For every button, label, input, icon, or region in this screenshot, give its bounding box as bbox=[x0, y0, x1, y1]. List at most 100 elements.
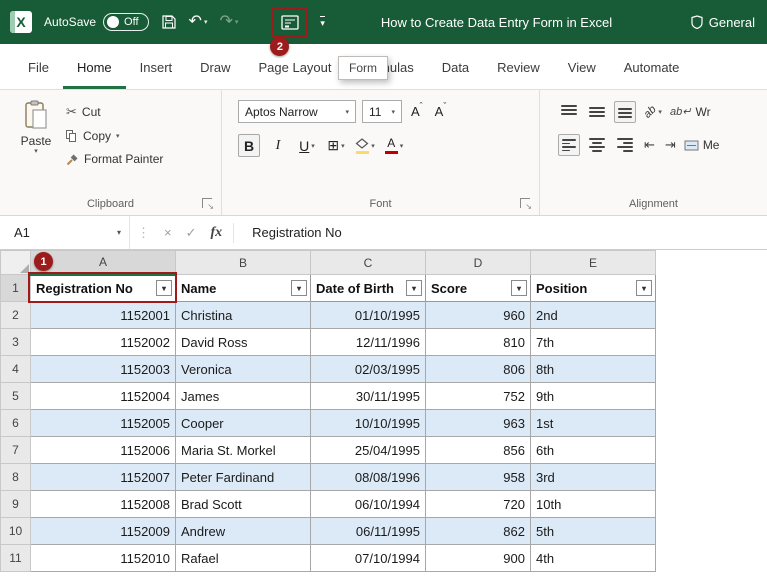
tab-view[interactable]: View bbox=[554, 51, 610, 89]
cell[interactable]: 07/10/1994 bbox=[311, 545, 426, 572]
format-painter-button[interactable]: Format Painter bbox=[66, 152, 163, 166]
enter-icon[interactable]: ✓ bbox=[186, 225, 197, 241]
select-all-corner[interactable] bbox=[1, 251, 31, 275]
align-bottom-button[interactable] bbox=[614, 101, 636, 123]
cell[interactable]: 2nd bbox=[531, 302, 656, 329]
cell[interactable]: 752 bbox=[426, 383, 531, 410]
row-header-2[interactable]: 2 bbox=[1, 302, 31, 329]
cell[interactable]: Peter Fardinand bbox=[176, 464, 311, 491]
cell[interactable]: 963 bbox=[426, 410, 531, 437]
cut-button[interactable]: ✂ Cut bbox=[66, 104, 163, 120]
row-header-4[interactable]: 4 bbox=[1, 356, 31, 383]
decrease-font-size-button[interactable]: Aˇ bbox=[432, 104, 450, 119]
filter-dropdown-button[interactable]: ▾ bbox=[156, 280, 172, 296]
cell[interactable]: 06/10/1994 bbox=[311, 491, 426, 518]
font-color-button[interactable]: A ▾ bbox=[383, 134, 405, 157]
cell[interactable]: 1152004 bbox=[31, 383, 176, 410]
name-box[interactable]: A1 ▾ bbox=[0, 216, 130, 249]
cell[interactable]: 10/10/1995 bbox=[311, 410, 426, 437]
cell[interactable]: Veronica bbox=[176, 356, 311, 383]
column-header-B[interactable]: B bbox=[176, 251, 311, 275]
cell[interactable]: 8th bbox=[531, 356, 656, 383]
filter-dropdown-button[interactable]: ▾ bbox=[291, 280, 307, 296]
cell[interactable]: Andrew bbox=[176, 518, 311, 545]
table-header-registration-no[interactable]: Registration No▾ bbox=[31, 275, 176, 302]
row-header-10[interactable]: 10 bbox=[1, 518, 31, 545]
cell[interactable]: Maria St. Morkel bbox=[176, 437, 311, 464]
fill-color-button[interactable]: ▾ bbox=[354, 134, 376, 157]
row-header-7[interactable]: 7 bbox=[1, 437, 31, 464]
cell[interactable]: 02/03/1995 bbox=[311, 356, 426, 383]
increase-font-size-button[interactable]: Aˆ bbox=[408, 104, 426, 119]
cell[interactable]: 856 bbox=[426, 437, 531, 464]
redo-button[interactable]: ↷ ▾ bbox=[219, 14, 238, 30]
autosave-toggle[interactable]: AutoSave Off bbox=[44, 13, 149, 31]
cell[interactable]: Cooper bbox=[176, 410, 311, 437]
tab-draw[interactable]: Draw bbox=[186, 51, 244, 89]
cell[interactable]: Brad Scott bbox=[176, 491, 311, 518]
cell[interactable]: 1152007 bbox=[31, 464, 176, 491]
tab-review[interactable]: Review bbox=[483, 51, 554, 89]
cell[interactable]: 958 bbox=[426, 464, 531, 491]
tab-automate[interactable]: Automate bbox=[610, 51, 694, 89]
underline-button[interactable]: U ▾ bbox=[296, 134, 318, 157]
cell[interactable]: 1152008 bbox=[31, 491, 176, 518]
align-center-button[interactable] bbox=[586, 134, 608, 156]
cancel-icon[interactable]: × bbox=[164, 225, 172, 240]
formula-bar-resize-handle[interactable]: ⋮ bbox=[137, 225, 150, 241]
customize-quick-access-button[interactable]: ▾ bbox=[320, 16, 325, 28]
table-header-date-of-birth[interactable]: Date of Birth▾ bbox=[311, 275, 426, 302]
column-header-E[interactable]: E bbox=[531, 251, 656, 275]
wrap-text-button[interactable]: ab↵ Wr bbox=[670, 105, 711, 119]
tab-data[interactable]: Data bbox=[428, 51, 483, 89]
cell[interactable]: 1152005 bbox=[31, 410, 176, 437]
table-header-position[interactable]: Position▾ bbox=[531, 275, 656, 302]
align-top-button[interactable] bbox=[558, 101, 580, 123]
align-left-button[interactable] bbox=[558, 134, 580, 156]
font-name-combobox[interactable]: Aptos Narrow ▾ bbox=[238, 100, 356, 123]
cell[interactable]: 08/08/1996 bbox=[311, 464, 426, 491]
cell[interactable]: 810 bbox=[426, 329, 531, 356]
cell[interactable]: 7th bbox=[531, 329, 656, 356]
cell[interactable]: 1152002 bbox=[31, 329, 176, 356]
sensitivity-label-button[interactable]: General bbox=[691, 15, 757, 30]
save-button[interactable] bbox=[161, 14, 177, 30]
autosave-switch[interactable]: Off bbox=[103, 13, 148, 31]
cell[interactable]: 1152003 bbox=[31, 356, 176, 383]
row-header-6[interactable]: 6 bbox=[1, 410, 31, 437]
cell[interactable]: James bbox=[176, 383, 311, 410]
filter-dropdown-button[interactable]: ▾ bbox=[511, 280, 527, 296]
cell[interactable]: 1152006 bbox=[31, 437, 176, 464]
insert-function-button[interactable]: fx bbox=[211, 225, 223, 241]
row-header-3[interactable]: 3 bbox=[1, 329, 31, 356]
increase-indent-button[interactable]: ⇥ bbox=[663, 137, 678, 153]
cell[interactable]: 9th bbox=[531, 383, 656, 410]
tab-file[interactable]: File bbox=[14, 51, 63, 89]
borders-button[interactable]: ⊞ ▾ bbox=[325, 134, 347, 157]
align-middle-button[interactable] bbox=[586, 101, 608, 123]
cell[interactable]: 12/11/1996 bbox=[311, 329, 426, 356]
tab-insert[interactable]: Insert bbox=[126, 51, 187, 89]
cell[interactable]: 720 bbox=[426, 491, 531, 518]
row-header-9[interactable]: 9 bbox=[1, 491, 31, 518]
cell[interactable]: 1152010 bbox=[31, 545, 176, 572]
bold-button[interactable]: B bbox=[238, 134, 260, 157]
cell[interactable]: 1152001 bbox=[31, 302, 176, 329]
row-header-1[interactable]: 1 bbox=[1, 275, 31, 302]
cell[interactable]: 25/04/1995 bbox=[311, 437, 426, 464]
font-dialog-launcher[interactable]: ↘ bbox=[520, 198, 530, 208]
column-header-C[interactable]: C bbox=[311, 251, 426, 275]
filter-dropdown-button[interactable]: ▾ bbox=[406, 280, 422, 296]
cell[interactable]: 10th bbox=[531, 491, 656, 518]
decrease-indent-button[interactable]: ⇤ bbox=[642, 137, 657, 153]
italic-button[interactable]: I bbox=[267, 134, 289, 157]
table-header-score[interactable]: Score▾ bbox=[426, 275, 531, 302]
cell[interactable]: 06/11/1995 bbox=[311, 518, 426, 545]
font-size-combobox[interactable]: 11 ▾ bbox=[362, 100, 402, 123]
cell[interactable]: 1st bbox=[531, 410, 656, 437]
row-header-5[interactable]: 5 bbox=[1, 383, 31, 410]
cell[interactable]: 3rd bbox=[531, 464, 656, 491]
paste-button[interactable]: Paste ▾ bbox=[12, 100, 60, 157]
tab-page-layout[interactable]: Page Layout bbox=[245, 51, 346, 89]
align-right-button[interactable] bbox=[614, 134, 636, 156]
